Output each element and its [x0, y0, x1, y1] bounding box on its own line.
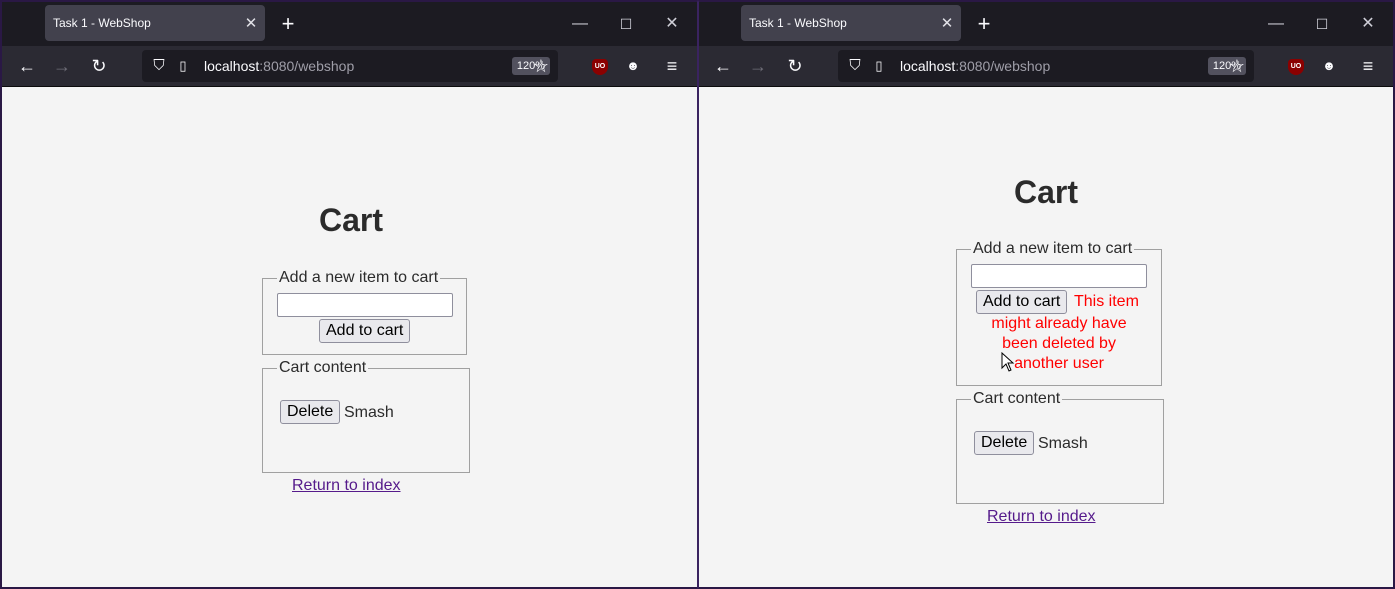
tab-strip: Task 1 - WebShop ✕ + — ☐ ✕ [699, 2, 1393, 46]
ublock-origin-icon[interactable]: UO [1288, 59, 1304, 75]
reload-icon[interactable]: ↻ [781, 52, 809, 80]
forward-arrow-icon[interactable]: → [48, 52, 76, 80]
page-icon[interactable]: ▯ [176, 56, 190, 76]
item-name-input[interactable] [277, 293, 453, 317]
url-host: localhost [204, 58, 260, 74]
url-path: :8080/webshop [259, 58, 355, 74]
tab-title: Task 1 - WebShop [749, 16, 847, 30]
ublock-origin-icon[interactable]: UO [592, 59, 608, 75]
url-bar[interactable]: ⛉ ▯ localhost:8080/webshop 120% [838, 50, 1254, 82]
star-icon[interactable]: ☆ [1223, 50, 1251, 82]
url-host: localhost [900, 58, 956, 74]
browser-window-right: Task 1 - WebShop ✕ + — ☐ ✕ ← → ↻ ⛉ ▯ loc… [698, 0, 1395, 589]
nav-toolbar: ← → ↻ ⛉ ▯ localhost:8080/webshop 120% ☆ … [2, 46, 697, 86]
tab-title: Task 1 - WebShop [53, 16, 151, 30]
url-path: :8080/webshop [955, 58, 1051, 74]
url-text[interactable]: localhost:8080/webshop [900, 58, 1050, 74]
error-message-line-1: This item [1074, 293, 1139, 310]
shield-icon[interactable]: ⛉ [846, 56, 864, 76]
hamburger-menu-icon[interactable]: ≡ [658, 52, 686, 80]
close-window-icon[interactable]: ✕ [652, 10, 692, 38]
cart-content-legend: Cart content [279, 359, 367, 376]
page-content: Cart Add a new item to cart Add to cart … [2, 86, 697, 587]
back-arrow-icon[interactable]: ← [709, 52, 737, 80]
url-bar[interactable]: ⛉ ▯ localhost:8080/webshop 120% [142, 50, 558, 82]
page-title: Cart [1013, 174, 1078, 210]
reload-icon[interactable]: ↻ [85, 52, 113, 80]
reddit-enhancement-icon[interactable]: ☻ [624, 57, 642, 75]
browser-window-left: Task 1 - WebShop ✕ + — ☐ ✕ ← → ↻ ⛉ ▯ loc… [0, 0, 698, 589]
add-item-legend: Add a new item to cart [973, 240, 1133, 257]
cart-item-name: Smash [1038, 435, 1088, 452]
tab-close-icon[interactable]: ✕ [933, 14, 961, 32]
maximize-icon[interactable]: ☐ [1302, 10, 1342, 38]
reddit-enhancement-icon[interactable]: ☻ [1320, 57, 1338, 75]
add-item-legend: Add a new item to cart [279, 269, 439, 286]
page-content: Cart Add a new item to cart Add to cart … [699, 86, 1393, 587]
minimize-icon[interactable]: — [1256, 10, 1296, 38]
tab-active[interactable]: Task 1 - WebShop ✕ [45, 5, 265, 41]
shield-icon[interactable]: ⛉ [150, 56, 168, 76]
tab-active[interactable]: Task 1 - WebShop ✕ [741, 5, 961, 41]
minimize-icon[interactable]: — [560, 10, 600, 38]
new-tab-icon[interactable]: + [274, 10, 302, 38]
add-to-cart-button[interactable]: Add to cart [319, 319, 411, 343]
item-name-input[interactable] [971, 264, 1147, 288]
star-icon[interactable]: ☆ [527, 50, 555, 82]
url-text[interactable]: localhost:8080/webshop [204, 58, 354, 74]
cart-item-name: Smash [344, 404, 394, 421]
cart-content-legend: Cart content [973, 390, 1061, 407]
tab-strip: Task 1 - WebShop ✕ + — ☐ ✕ [2, 2, 697, 46]
delete-button[interactable]: Delete [974, 431, 1035, 455]
error-message-line-4: another user [1014, 355, 1104, 372]
tab-close-icon[interactable]: ✕ [237, 14, 265, 32]
mouse-cursor-icon [1001, 351, 1015, 372]
new-tab-icon[interactable]: + [970, 10, 998, 38]
page-icon[interactable]: ▯ [872, 56, 886, 76]
hamburger-menu-icon[interactable]: ≡ [1354, 52, 1382, 80]
back-arrow-icon[interactable]: ← [13, 52, 41, 80]
page-title: Cart [318, 202, 383, 238]
maximize-icon[interactable]: ☐ [606, 10, 646, 38]
forward-arrow-icon[interactable]: → [744, 52, 772, 80]
add-to-cart-button[interactable]: Add to cart [976, 290, 1068, 314]
nav-toolbar: ← → ↻ ⛉ ▯ localhost:8080/webshop 120% ☆ … [699, 46, 1393, 86]
return-to-index-link[interactable]: Return to index [987, 508, 1096, 526]
delete-button[interactable]: Delete [280, 400, 341, 424]
error-message-line-2: might already have [991, 315, 1127, 332]
return-to-index-link[interactable]: Return to index [292, 477, 401, 495]
error-message-line-3: been deleted by [1002, 335, 1116, 352]
close-window-icon[interactable]: ✕ [1348, 10, 1388, 38]
